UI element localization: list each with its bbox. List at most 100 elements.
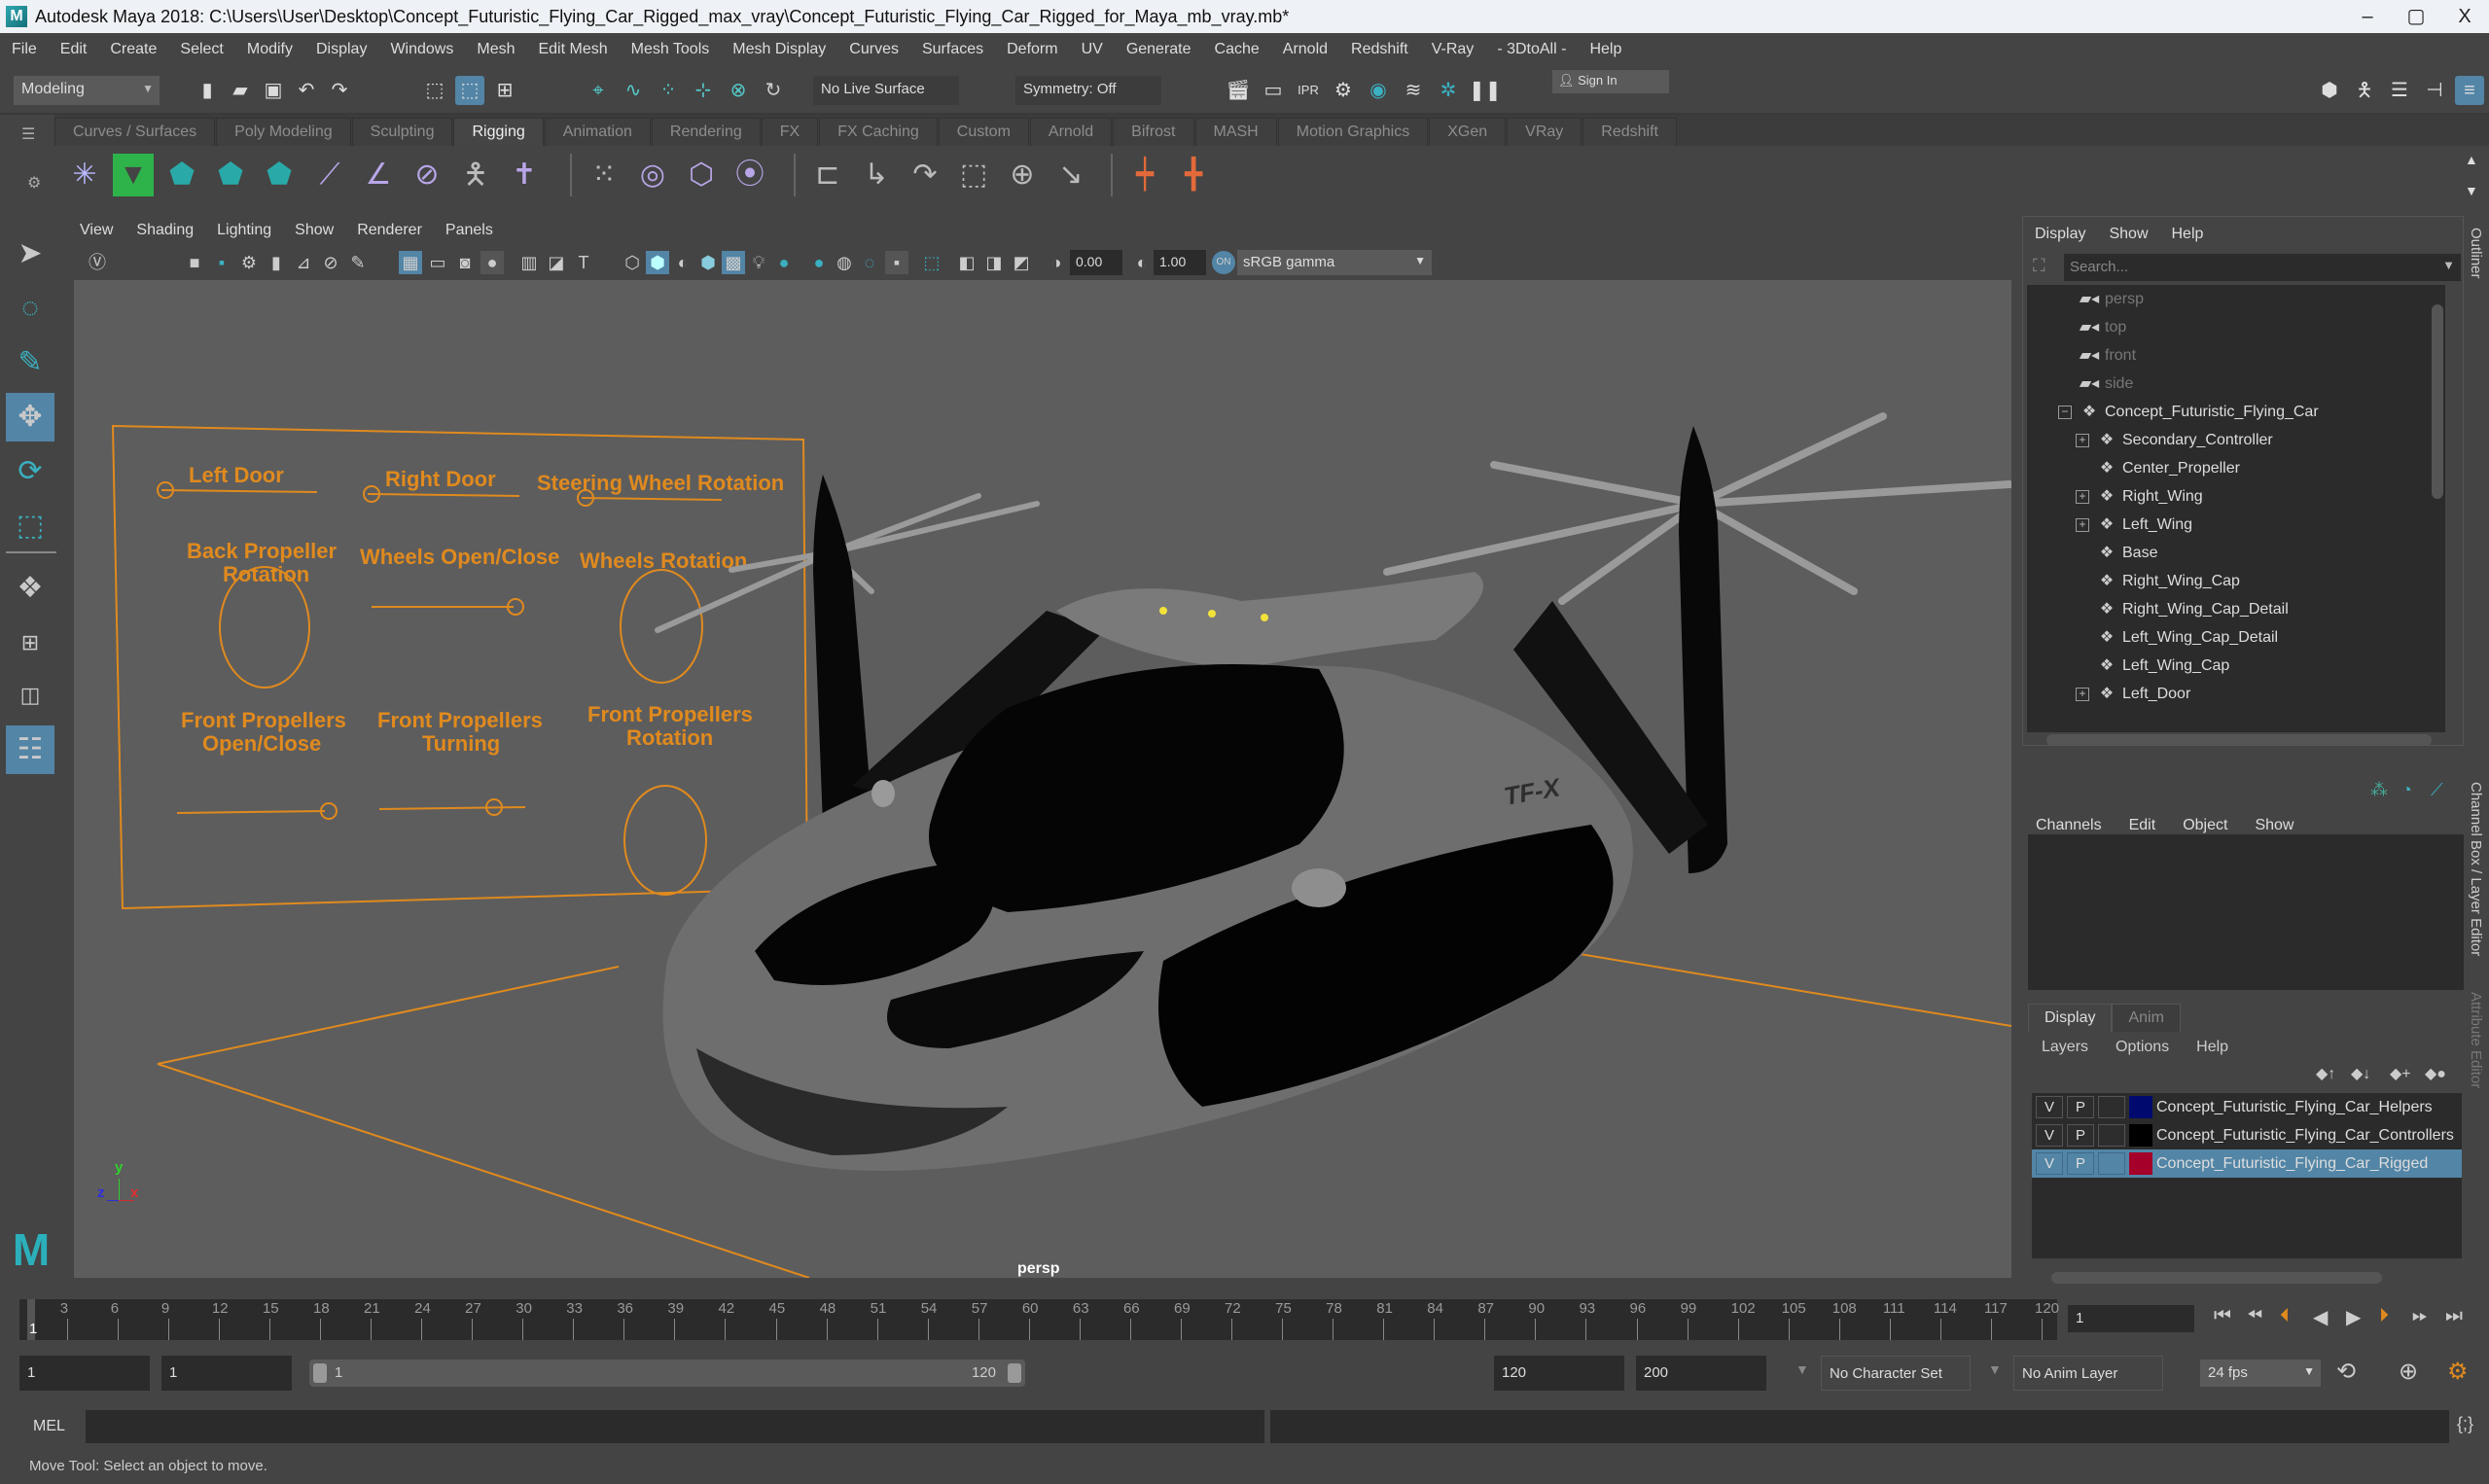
ik-handle-icon[interactable]: ⬟: [210, 154, 251, 196]
menu-deform[interactable]: Deform: [995, 41, 1069, 58]
outliner-search-input[interactable]: Search...: [2064, 254, 2461, 281]
outliner-item[interactable]: ❖ Left_Wing_Cap: [2027, 652, 2445, 680]
panel-menu-renderer[interactable]: Renderer: [345, 222, 434, 239]
human-ik-icon[interactable]: 🯅: [2350, 76, 2379, 105]
panel-menu-show[interactable]: Show: [283, 222, 345, 239]
set-driven-key-icon[interactable]: ┿: [1124, 154, 1165, 196]
restore-button[interactable]: ▢: [2392, 0, 2440, 33]
ipr-render-icon[interactable]: IPR: [1294, 76, 1323, 105]
camera-attributes-icon[interactable]: ⚙: [237, 251, 261, 274]
xray-joints-icon[interactable]: ◩: [1010, 251, 1033, 274]
time-slider[interactable]: 1 3 6 9 12 15 18 21 24 27 30 33 36 39 42 45 48 51 54 57 60 6…: [19, 1299, 2059, 1340]
move-tool-icon[interactable]: ✥: [6, 393, 54, 442]
outliner-item[interactable]: + ❖ Secondary_Controller: [2027, 426, 2445, 454]
outliner-menu-show[interactable]: Show: [2097, 226, 2159, 243]
menu-3dtoall[interactable]: - 3DtoAll -: [1485, 41, 1578, 58]
step-back-icon[interactable]: ⏪︎: [2247, 1305, 2262, 1327]
shelf-tab-redshift[interactable]: Redshift: [1582, 118, 1677, 146]
expand-icon[interactable]: +: [2076, 517, 2089, 532]
outliner-item[interactable]: ❖ Left_Wing_Cap_Detail: [2027, 623, 2445, 652]
go-to-end-icon[interactable]: ⏭: [2445, 1305, 2463, 1327]
shelf-tab-motion-graphics[interactable]: Motion Graphics: [1277, 118, 1429, 146]
camera-select-icon[interactable]: ■: [183, 251, 206, 274]
shelf-tab-poly-modeling[interactable]: Poly Modeling: [216, 118, 351, 146]
point-constraint-icon[interactable]: ↳: [856, 154, 897, 196]
menu-uv[interactable]: UV: [1070, 41, 1115, 58]
ik-handle-tool-icon[interactable]: ∠: [358, 154, 399, 196]
step-back-key-icon[interactable]: ⏴: [2280, 1305, 2290, 1327]
light-editor-icon[interactable]: ✲: [1434, 76, 1463, 105]
menu-mesh-tools[interactable]: Mesh Tools: [620, 41, 722, 58]
tool-settings-icon[interactable]: ⊣: [2420, 76, 2449, 105]
safe-title-icon[interactable]: T: [572, 251, 595, 274]
expand-icon[interactable]: +: [2076, 489, 2089, 504]
render-settings-icon[interactable]: ⚙: [1329, 76, 1358, 105]
manipulator-icon[interactable]: ⁂: [2370, 780, 2388, 800]
symmetry-field[interactable]: Symmetry: Off: [1015, 76, 1161, 105]
new-layer-icon[interactable]: ◆+: [2390, 1064, 2411, 1083]
layer-visibility-toggle[interactable]: V: [2036, 1152, 2063, 1175]
lasso-tool-icon[interactable]: ◌: [6, 284, 54, 333]
outliner-item[interactable]: ❖ Right_Wing_Cap_Detail: [2027, 595, 2445, 623]
view-transform-dropdown[interactable]: sRGB gamma ▼: [1237, 250, 1432, 275]
range-slider[interactable]: 1 120: [309, 1360, 1025, 1387]
select-hierarchy-icon[interactable]: ⬚: [420, 76, 449, 105]
outliner-horizontal-scrollbar[interactable]: [2046, 734, 2432, 746]
script-editor-icon[interactable]: {;}: [2457, 1414, 2473, 1434]
safe-action-icon[interactable]: ◪: [545, 251, 568, 274]
paint-weights-icon[interactable]: ⁙: [584, 154, 624, 196]
select-objects-icon[interactable]: ⬚: [455, 76, 484, 105]
layer-row-controllers[interactable]: V P Concept_Futuristic_Flying_Car_Contro…: [2032, 1121, 2462, 1149]
sign-in-dropdown[interactable]: 👤︎ Sign In: [1552, 70, 1669, 93]
outliner-item[interactable]: + ❖ Left_Door: [2027, 680, 2445, 708]
exposure-field[interactable]: 0.00: [1070, 250, 1122, 275]
render-current-frame-icon[interactable]: ▭: [1259, 76, 1288, 105]
persp-outliner-icon[interactable]: ◫: [6, 671, 54, 720]
panel-menu-panels[interactable]: Panels: [434, 222, 505, 239]
layer-menu-layers[interactable]: Layers: [2028, 1039, 2102, 1056]
pole-vector-constraint-icon[interactable]: ↘: [1050, 154, 1091, 196]
shelf-tab-vray[interactable]: VRay: [1507, 118, 1582, 146]
layer-playback-toggle[interactable]: P: [2067, 1152, 2094, 1175]
grease-pencil-icon[interactable]: ✎: [346, 251, 370, 274]
range-end-handle[interactable]: [1008, 1363, 1021, 1383]
layer-row-helpers[interactable]: V P Concept_Futuristic_Flying_Car_Helper…: [2032, 1093, 2462, 1121]
wireframe-on-shaded-icon[interactable]: ⬢: [696, 251, 720, 274]
image-plane-icon[interactable]: ⊿: [292, 251, 315, 274]
xray-icon[interactable]: ◧: [955, 251, 978, 274]
shadows-icon[interactable]: ●: [772, 251, 796, 274]
use-all-lights-icon[interactable]: 💡︎: [747, 251, 770, 274]
joint-tool-icon[interactable]: ⟋: [309, 154, 350, 196]
lattice-icon[interactable]: ⬡: [681, 154, 722, 196]
isolate-select-icon[interactable]: ⬚: [920, 251, 943, 274]
shelf-tab-rendering[interactable]: Rendering: [651, 118, 761, 146]
anim-layer-chevron-icon[interactable]: ▼: [1988, 1361, 2002, 1377]
menu-windows[interactable]: Windows: [378, 41, 465, 58]
shelf-settings-icon[interactable]: ⚙: [27, 173, 41, 193]
snap-more-icon[interactable]: ↻: [759, 76, 788, 105]
panel-menu-lighting[interactable]: Lighting: [205, 222, 283, 239]
set-key-link-icon[interactable]: ╋: [1173, 154, 1214, 196]
layer-horizontal-scrollbar[interactable]: [2051, 1272, 2382, 1284]
new-layer-selected-icon[interactable]: ◆●: [2425, 1064, 2446, 1083]
outliner-item-front[interactable]: ▰◂ front: [2027, 341, 2445, 370]
create-joints-icon[interactable]: ⬟: [161, 154, 202, 196]
panel-menu-view[interactable]: View: [68, 222, 124, 239]
channel-box-side-tab[interactable]: Channel Box / Layer Editor: [2468, 782, 2484, 956]
shelf-scroll-up-icon[interactable]: ▲: [2465, 152, 2478, 167]
shelf-tab-custom[interactable]: Custom: [938, 118, 1029, 146]
character-set-dropdown[interactable]: No Character Set: [1821, 1356, 1971, 1391]
snap-view-plane-icon[interactable]: ⊹: [689, 76, 718, 105]
undo-icon[interactable]: ↶: [292, 76, 321, 105]
viewport-3d[interactable]: Left Door Right Door Steering Wheel Rota…: [74, 280, 2011, 1278]
screen-space-ao-icon[interactable]: ●: [807, 251, 831, 274]
outliner-item-side[interactable]: ▰◂ side: [2027, 370, 2445, 398]
four-view-icon[interactable]: ⊞: [6, 618, 54, 667]
outliner-item[interactable]: ❖ Base: [2027, 539, 2445, 567]
locator-icon[interactable]: ✳: [64, 154, 105, 196]
multisample-aa-icon[interactable]: ◌: [858, 251, 881, 274]
menu-create[interactable]: Create: [98, 41, 168, 58]
gamma-icon[interactable]: ◐: [1130, 251, 1154, 274]
speed-icon[interactable]: ◔: [2401, 780, 2412, 800]
select-tool-icon[interactable]: ➤: [6, 230, 54, 278]
